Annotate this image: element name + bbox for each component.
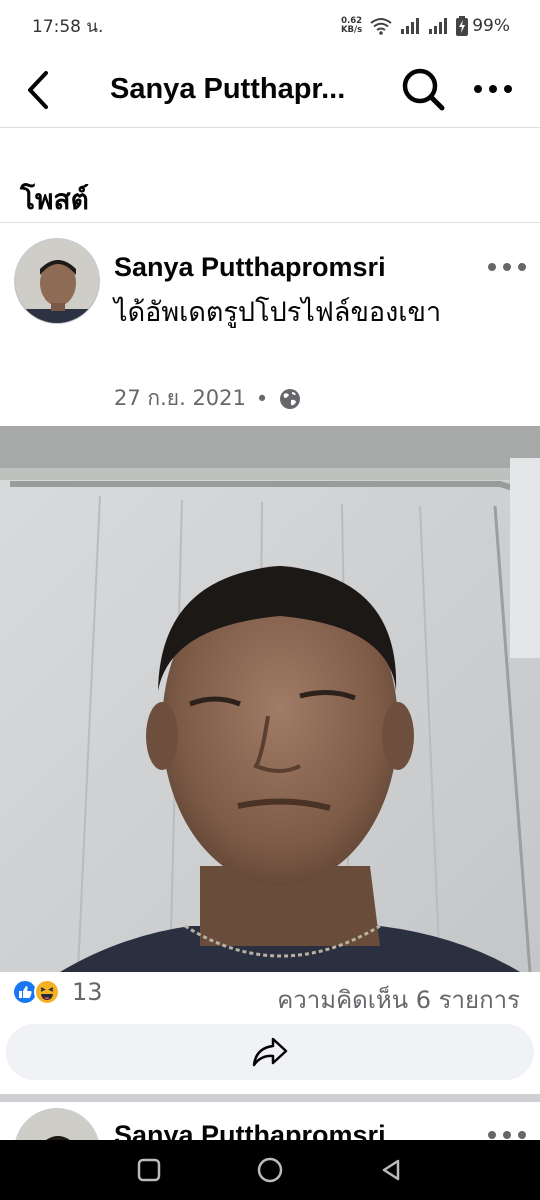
post-meta: 27 ก.ย. 2021 • (114, 382, 302, 415)
avatar[interactable] (14, 238, 100, 324)
screen: 17:58 น. 0.62 KB/s 99% Sanya Putthapr...… (0, 0, 540, 1200)
post-photo[interactable] (0, 426, 540, 972)
signal-icon (401, 18, 420, 34)
wifi-icon (370, 18, 392, 35)
divider (0, 222, 540, 223)
battery-charging-icon (456, 16, 469, 36)
status-bar: 17:58 น. 0.62 KB/s 99% (0, 0, 540, 52)
more-horizontal-icon (488, 1131, 526, 1139)
section-title: โพสต์ (20, 183, 89, 216)
status-time: 17:58 น. (32, 16, 104, 37)
clipped-text: ˙˙ ˙˙ ˙˙˙ ˙˙ ˙ ˙˙˙ (32, 116, 246, 130)
post-options-button[interactable] (482, 252, 532, 282)
status-icons: 0.62 KB/s 99% (341, 16, 510, 36)
post-author[interactable]: Sanya Putthapromsri (114, 252, 386, 283)
post-action-text: ได้อัพเดตรูปโปรไฟล์ของเขา (114, 297, 442, 328)
back-icon[interactable] (378, 1157, 404, 1183)
avatar-face (15, 239, 99, 323)
home-icon[interactable] (255, 1155, 285, 1185)
meta-separator: • (255, 386, 269, 411)
page-title: Sanya Putthapr... (110, 73, 346, 105)
reactions-summary[interactable]: 13 (12, 978, 103, 1006)
comments-count[interactable]: ความคิดเห็น 6 รายการ (277, 980, 520, 1019)
battery-percent: 99% (472, 16, 510, 36)
recent-apps-icon[interactable] (136, 1157, 162, 1183)
haha-icon (34, 979, 60, 1005)
share-icon (252, 1037, 288, 1067)
more-options-button[interactable] (466, 62, 520, 116)
net-speed: 0.62 KB/s (341, 17, 362, 35)
post-date[interactable]: 27 ก.ย. 2021 (114, 382, 246, 415)
system-nav-bar (0, 1140, 540, 1200)
share-button[interactable] (6, 1024, 534, 1080)
search-button[interactable] (396, 62, 450, 116)
battery: 99% (456, 16, 510, 36)
more-horizontal-icon (488, 263, 526, 271)
signal-icon (429, 18, 448, 34)
profile-photo (0, 426, 540, 972)
net-speed-unit: KB/s (340, 25, 363, 35)
globe-icon (280, 388, 301, 409)
back-chevron-icon (28, 70, 48, 109)
post-divider (0, 1094, 540, 1102)
more-horizontal-icon (474, 85, 512, 93)
reaction-icons (12, 979, 60, 1005)
reaction-count: 13 (72, 978, 103, 1006)
search-icon (402, 68, 445, 111)
